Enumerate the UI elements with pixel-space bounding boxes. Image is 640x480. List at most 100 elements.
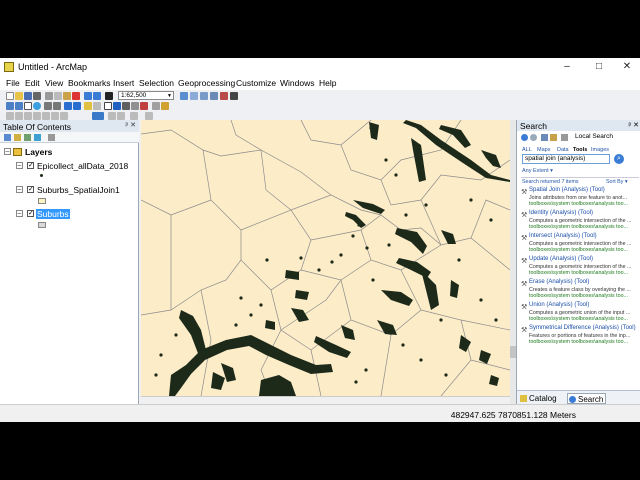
search-pin-close-icon[interactable]: ᵖ ✕ (629, 121, 639, 129)
result-title[interactable]: Erase (Analysis) (Tool) (529, 279, 589, 285)
list-by-drawing-order-icon[interactable] (4, 134, 11, 141)
redo-icon[interactable] (93, 92, 101, 100)
layout-tool-9-icon[interactable] (117, 112, 125, 120)
map-canvas[interactable] (141, 120, 510, 396)
layer-suburbs-label[interactable]: Suburbs (36, 209, 70, 219)
delete-icon[interactable] (72, 92, 80, 100)
forward-extent-icon[interactable] (73, 102, 81, 110)
catalog-tab[interactable]: Catalog (519, 393, 557, 404)
pan-icon[interactable] (24, 102, 32, 110)
cut-icon[interactable] (45, 92, 53, 100)
save-icon[interactable] (24, 92, 32, 100)
print-icon[interactable] (33, 92, 41, 100)
new-document-icon[interactable] (6, 92, 14, 100)
search-tab-images[interactable]: Images (591, 147, 609, 153)
zoom-in-icon[interactable] (6, 102, 14, 110)
layout-tool-3-icon[interactable] (24, 112, 32, 120)
layout-tool-2-icon[interactable] (15, 112, 23, 120)
collapse-layer-suburbs-icon[interactable]: – (16, 210, 23, 217)
menu-bookmarks[interactable]: Bookmarks (68, 78, 111, 88)
toc-options-icon[interactable] (48, 134, 55, 141)
search-input[interactable]: spatial join (analysis) (522, 154, 610, 164)
table-of-contents-icon[interactable] (190, 92, 198, 100)
menu-geoprocessing[interactable]: Geoprocessing (178, 78, 235, 88)
search-tab-all[interactable]: ALL (522, 147, 532, 153)
layout-tool-6-icon[interactable] (51, 112, 59, 120)
menu-file[interactable]: File (6, 78, 20, 88)
maximize-button[interactable]: □ (592, 61, 606, 73)
full-extent-icon[interactable] (33, 102, 41, 110)
layout-tool-10-icon[interactable] (130, 112, 138, 120)
result-title[interactable]: Union (Analysis) (Tool) (529, 302, 589, 308)
editor-toolbar-icon[interactable] (180, 92, 188, 100)
layer-epicollect-checkbox[interactable]: ✓ (27, 162, 34, 169)
search-options-icon[interactable] (561, 134, 568, 141)
menu-edit[interactable]: Edit (25, 78, 40, 88)
search-window-icon[interactable] (210, 92, 218, 100)
layout-tool-4-icon[interactable] (33, 112, 41, 120)
select-elements-icon[interactable] (104, 102, 112, 110)
find-icon[interactable] (122, 102, 130, 110)
forward-icon[interactable] (530, 134, 537, 141)
catalog-window-icon[interactable] (200, 92, 208, 100)
list-by-visibility-icon[interactable] (24, 134, 31, 141)
collapse-layers-icon[interactable]: – (4, 148, 11, 155)
color-picker-icon[interactable] (92, 112, 104, 120)
sort-by-dropdown[interactable]: Sort By ▾ (606, 179, 628, 185)
result-title[interactable]: Symmetrical Difference (Analysis) (Tool) (529, 325, 636, 331)
arctoolbox-icon[interactable] (220, 92, 228, 100)
identify-icon[interactable] (113, 102, 121, 110)
undo-icon[interactable] (84, 92, 92, 100)
search-tab-maps[interactable]: Maps (537, 147, 550, 153)
collapse-layer-epicollect-icon[interactable]: – (16, 162, 23, 169)
html-popup-icon[interactable] (152, 102, 160, 110)
menu-view[interactable]: View (45, 78, 63, 88)
search-folder-icon[interactable] (550, 134, 557, 141)
result-title[interactable]: Spatial Join (Analysis) (Tool) (529, 187, 605, 193)
result-title[interactable]: Update (Analysis) (Tool) (529, 256, 593, 262)
menu-selection[interactable]: Selection (139, 78, 174, 88)
back-extent-icon[interactable] (64, 102, 72, 110)
layout-tool-1-icon[interactable] (6, 112, 14, 120)
measure-icon[interactable] (131, 102, 139, 110)
result-title[interactable]: Identity (Analysis) (Tool) (529, 210, 593, 216)
add-data-icon[interactable] (105, 92, 113, 100)
close-button[interactable]: ✕ (620, 61, 634, 73)
search-tab[interactable]: Search (567, 393, 607, 404)
map-view[interactable] (141, 120, 510, 396)
python-window-icon[interactable] (230, 92, 238, 100)
minimize-button[interactable]: – (560, 61, 574, 73)
result-title[interactable]: Intersect (Analysis) (Tool) (529, 233, 597, 239)
layer-spatialjoin-label[interactable]: Suburbs_SpatialJoin1 (37, 185, 120, 195)
toc-pin-close-icon[interactable]: ᵖ ✕ (126, 121, 136, 129)
clear-selection-icon[interactable] (93, 102, 101, 110)
copy-icon[interactable] (54, 92, 62, 100)
collapse-layer-spatialjoin-icon[interactable]: – (16, 186, 23, 193)
layer-epicollect-label[interactable]: Epicollect_allData_2018 (37, 161, 128, 171)
layer-suburbs-checkbox[interactable]: ✓ (27, 210, 34, 217)
map-scale-combobox[interactable]: 1:62,500 ▼ (118, 91, 174, 100)
time-slider-icon[interactable] (161, 102, 169, 110)
search-tab-tools[interactable]: Tools (573, 147, 587, 153)
zoom-out-icon[interactable] (15, 102, 23, 110)
search-icon[interactable]: ⌕ (614, 154, 624, 164)
layers-group-label[interactable]: Layers (25, 147, 52, 157)
any-extent-dropdown[interactable]: Any Extent ▾ (522, 168, 553, 174)
layout-tool-11-icon[interactable] (145, 112, 153, 120)
fixed-zoom-in-icon[interactable] (44, 102, 52, 110)
select-features-icon[interactable] (84, 102, 92, 110)
fixed-zoom-out-icon[interactable] (53, 102, 61, 110)
layout-tool-7-icon[interactable] (60, 112, 68, 120)
list-by-selection-icon[interactable] (34, 134, 41, 141)
paste-icon[interactable] (63, 92, 71, 100)
map-horizontal-scrollbar[interactable] (141, 396, 510, 404)
search-home-icon[interactable] (541, 134, 548, 141)
back-icon[interactable] (521, 134, 528, 141)
menu-insert[interactable]: Insert (113, 78, 134, 88)
layout-tool-5-icon[interactable] (42, 112, 50, 120)
layer-spatialjoin-checkbox[interactable]: ✓ (27, 186, 34, 193)
list-by-source-icon[interactable] (14, 134, 21, 141)
hyperlink-icon[interactable] (140, 102, 148, 110)
layout-tool-8-icon[interactable] (108, 112, 116, 120)
open-folder-icon[interactable] (15, 92, 23, 100)
